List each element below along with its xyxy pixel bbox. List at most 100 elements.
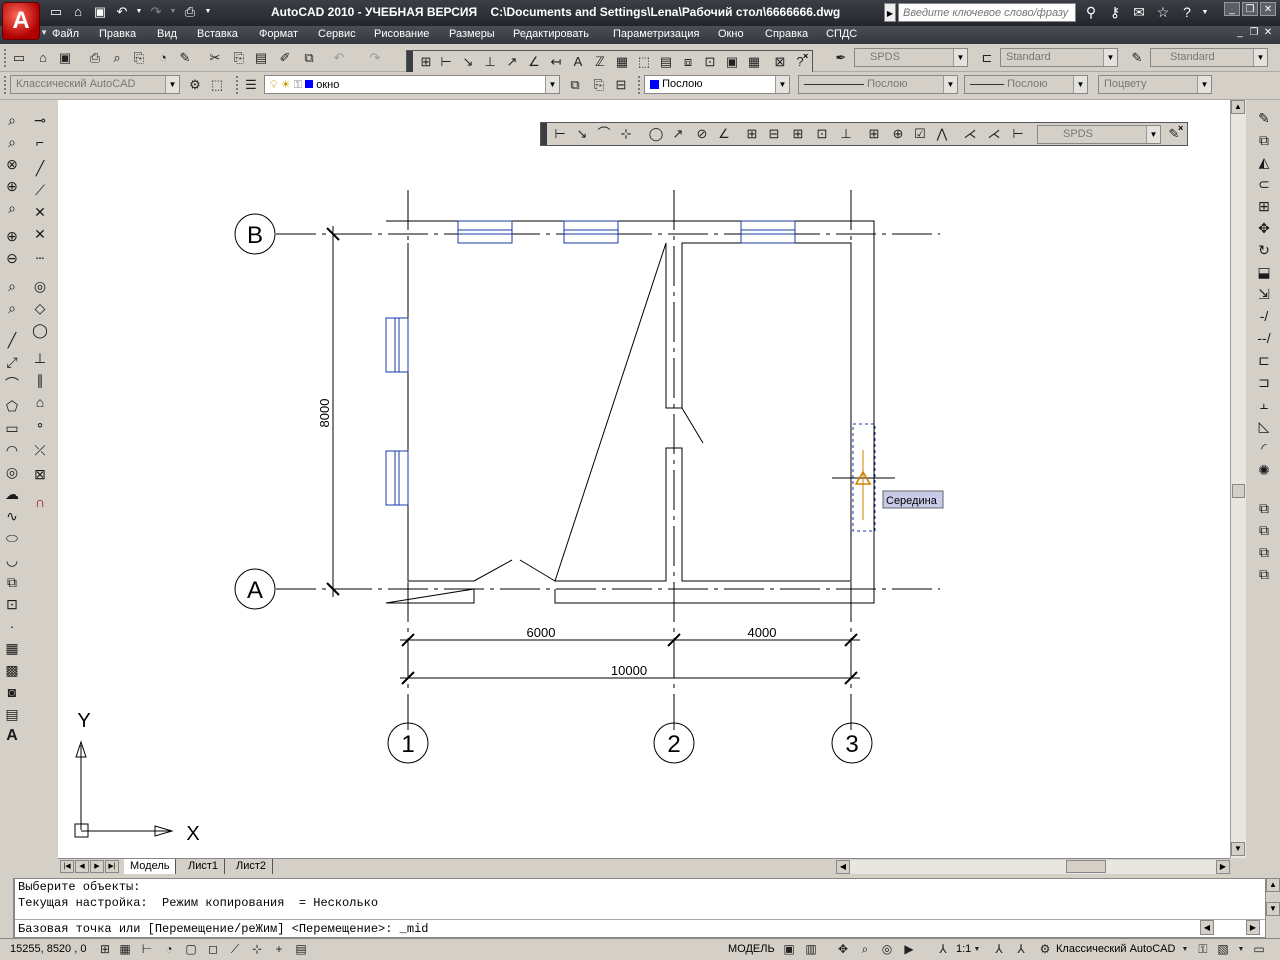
save-icon[interactable]: ▣	[56, 49, 74, 67]
linetype-select[interactable]: Послою ▼	[798, 75, 958, 94]
dynamic-input-icon[interactable]: ⊹	[248, 941, 266, 958]
insert-block-icon[interactable]: ⧉	[2, 572, 22, 592]
drawing-area[interactable]: В А 1 2 3 8000 6000 4000 10000 Y X Серед…	[58, 100, 1230, 858]
lineweight-icon[interactable]: +	[270, 941, 288, 958]
ordinate-dim-icon[interactable]: ⊹	[617, 125, 635, 143]
layer-previous-icon[interactable]: ⎘	[590, 76, 608, 94]
baseline-dim-icon[interactable]: ⊟	[765, 125, 783, 143]
open-icon[interactable]: ⌂	[34, 49, 52, 67]
snap-endpoint-icon[interactable]: ╱	[30, 158, 50, 178]
extend-icon[interactable]: --/	[1254, 328, 1274, 348]
dim-update-icon[interactable]: ⊢	[1009, 125, 1027, 143]
snap-nearest-icon[interactable]: ⤫	[30, 440, 50, 460]
menu-insert[interactable]: Вставка	[197, 28, 238, 40]
snap-parallel-icon[interactable]: ∥	[30, 370, 50, 390]
window-icon[interactable]: ⊠	[771, 53, 789, 71]
plot-icon[interactable]: ⎙	[180, 3, 200, 21]
block-editor-icon[interactable]: ⧉	[300, 49, 318, 67]
auto-scale-icon[interactable]: ⅄	[1012, 941, 1030, 958]
dim-text-edit-icon[interactable]: ⋌	[985, 125, 1003, 143]
ellipse-icon[interactable]: ⬭	[2, 528, 22, 548]
plot-icon[interactable]: ⎙	[86, 49, 104, 67]
make-block-icon[interactable]: ⊡	[701, 53, 719, 71]
steering-wheel-icon[interactable]: ◎	[878, 941, 896, 958]
plotstyle-select[interactable]: Поцвету ▼	[1098, 75, 1212, 94]
toolbar-grip[interactable]	[638, 76, 642, 94]
construction-line-icon[interactable]: ⤢	[2, 352, 22, 372]
multiline-text-icon[interactable]: A	[2, 726, 22, 746]
first-tab-icon[interactable]: |◀	[60, 860, 74, 873]
annotation-scale-icon[interactable]: ⅄	[934, 941, 952, 958]
make-block-icon[interactable]: ⊡	[2, 594, 22, 614]
draworder-under-icon[interactable]: ⧉	[1254, 564, 1274, 584]
angular-dim-icon[interactable]: ∠	[715, 125, 733, 143]
menu-modify[interactable]: Редактировать	[513, 28, 589, 40]
menu-help[interactable]: Справка	[765, 28, 808, 40]
command-window-grip[interactable]	[0, 878, 14, 938]
search-input[interactable]	[898, 3, 1076, 22]
spline-icon[interactable]: ∿	[2, 506, 22, 526]
tab-sheet2[interactable]: Лист2	[230, 859, 274, 874]
quick-dim-icon[interactable]: ⊞	[417, 53, 435, 71]
table-style-icon[interactable]: ✎	[1128, 49, 1146, 67]
table-style-select[interactable]: Standard ▼	[1150, 48, 1268, 67]
copy-icon[interactable]: ⎘	[230, 49, 248, 67]
workspace-settings-icon[interactable]: ⚙	[186, 76, 204, 94]
arc-icon[interactable]: ◠	[2, 440, 22, 460]
scroll-up-icon[interactable]: ▲	[1231, 100, 1245, 114]
new-icon[interactable]: ▭	[10, 49, 28, 67]
key-icon[interactable]: ⚷	[1104, 3, 1126, 22]
mirror-icon[interactable]: ◭	[1254, 152, 1274, 172]
zoom-realtime-icon[interactable]: ⌕	[2, 110, 22, 130]
help-dropdown-icon[interactable]: ▼	[1200, 3, 1210, 22]
qat-dropdown-icon[interactable]: ▼	[202, 3, 214, 21]
menu-view[interactable]: Вид	[157, 28, 177, 40]
close-icon[interactable]: ×	[803, 52, 811, 61]
last-tab-icon[interactable]: ▶|	[105, 860, 119, 873]
object-snap-icon[interactable]: ▢	[182, 941, 200, 958]
endpoint-snap-icon[interactable]: ⊸	[30, 110, 50, 130]
offset-icon[interactable]: ⊂	[1254, 174, 1274, 194]
quick-dim-icon[interactable]: ⊞	[743, 125, 761, 143]
menu-spds[interactable]: СПДС	[826, 28, 857, 40]
menu-parametric[interactable]: Параметризация	[613, 28, 699, 40]
fillet-icon[interactable]: ◜	[1254, 438, 1274, 458]
ordinate-dim-icon[interactable]: ⊥	[481, 53, 499, 71]
menu-window[interactable]: Окно	[718, 28, 744, 40]
command-scrollbar[interactable]: ▲ ▼	[1266, 878, 1280, 918]
zoom-minus-icon[interactable]: ⊖	[2, 248, 22, 268]
polar-tracking-icon[interactable]: ◔	[160, 941, 178, 958]
plot-preview-icon[interactable]: ⌕	[108, 49, 126, 67]
insert-block-icon[interactable]: ⧈	[679, 53, 697, 71]
rotate-icon[interactable]: ↻	[1254, 240, 1274, 260]
workspace-switch-icon[interactable]: ⚙	[1036, 941, 1054, 958]
search-expand-icon[interactable]: ▶	[884, 3, 896, 22]
redo-icon[interactable]: ↷	[146, 3, 166, 21]
center-mark-icon[interactable]: ⊕	[889, 125, 907, 143]
prev-tab-icon[interactable]: ◀	[75, 860, 89, 873]
line-icon[interactable]: ╱	[2, 330, 22, 350]
zoom-window-icon[interactable]: ⌕	[2, 132, 22, 152]
revcloud-icon[interactable]: ☁	[2, 484, 22, 504]
polygon-icon[interactable]: ⬠	[2, 396, 22, 416]
tolerance-icon[interactable]: ⊞	[865, 125, 883, 143]
text-icon[interactable]: A	[569, 53, 587, 71]
region-icon[interactable]: ◙	[2, 682, 22, 702]
scroll-left-icon[interactable]: ◀	[836, 860, 850, 874]
linear-dim-icon[interactable]: ⊢	[437, 53, 455, 71]
undo-dropdown-icon[interactable]: ▼	[134, 3, 144, 21]
paste-icon[interactable]: ▤	[252, 49, 270, 67]
zoom-extents-icon[interactable]: ⊗	[2, 154, 22, 174]
quick-view-drawings-icon[interactable]: ▥	[802, 941, 820, 958]
command-prompt-input[interactable]: Базовая точка или [Перемещение/реЖим] <П…	[18, 922, 428, 936]
dim-style-select[interactable]: SPDS ▼	[1037, 125, 1161, 144]
join-icon[interactable]: ⫠	[1254, 394, 1274, 414]
table-icon[interactable]: ▤	[2, 704, 22, 724]
zoom-previous-icon[interactable]: ⌕	[2, 198, 22, 218]
region-icon[interactable]: ⬚	[635, 53, 653, 71]
cut-icon[interactable]: ✂	[206, 49, 224, 67]
continue-dim-icon[interactable]: ↤	[547, 53, 565, 71]
scale-icon[interactable]: ⬓	[1254, 262, 1274, 282]
layer-states-icon[interactable]: ⊟	[612, 76, 630, 94]
angular-dim-icon[interactable]: ∠	[525, 53, 543, 71]
